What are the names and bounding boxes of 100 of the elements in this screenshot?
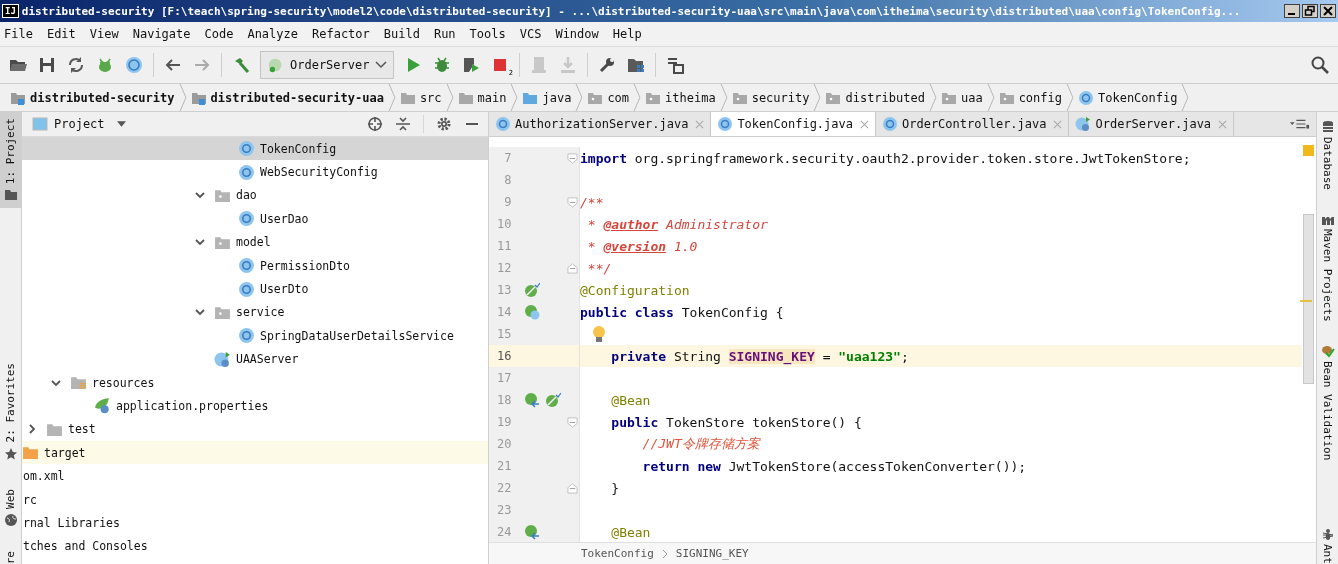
settings-icon[interactable] [436,116,452,132]
menu-item[interactable]: View [85,25,125,43]
menu-item[interactable]: Navigate [128,25,197,43]
star-icon [3,446,18,461]
editor-tab[interactable]: TokenConfig.java [711,112,876,136]
tree-row[interactable]: PermissionDto [22,253,488,278]
bean-class-icon[interactable] [524,304,541,320]
menu-item[interactable]: Build [379,25,426,43]
tree-row[interactable]: application.properties [22,394,488,418]
debug-icon[interactable] [432,55,452,75]
line-number: 9 [503,195,512,209]
tree-row[interactable]: UserDao [22,207,488,231]
tree-row[interactable]: TokenConfig [22,137,488,161]
chevron-icon [510,84,519,111]
close-icon[interactable] [1320,4,1336,18]
tool-window-tab[interactable]: re [0,544,21,564]
collapse-all-icon[interactable] [395,116,411,132]
run-configuration-dropdown[interactable]: OrderServer [260,51,394,79]
chevron-icon [387,84,396,111]
tree-row[interactable]: WebSecurityConfig [22,160,488,184]
line-number: 11 [496,239,512,253]
breadcrumb-item[interactable]: security [727,89,814,106]
project-view-dropdown[interactable]: Project [32,117,126,131]
minimize-icon[interactable] [1284,4,1300,18]
lightbulb-icon[interactable] [592,325,606,343]
tree-row[interactable]: UAAServer [22,347,488,371]
tool-window-tab[interactable]: 1: Project [0,112,21,209]
fold-open-icon[interactable] [567,152,579,164]
menu-item[interactable]: Analyze [243,25,304,43]
tab-list-icon[interactable] [1290,118,1310,130]
menu-item[interactable]: VCS [515,25,548,43]
tree-row[interactable]: target [22,441,488,465]
breadcrumb-item[interactable]: uaa [936,89,987,106]
search-icon[interactable] [1310,55,1330,75]
line-number: 19 [496,415,512,429]
fold-close-icon[interactable] [567,262,579,274]
tool-window-tab[interactable]: Web [0,482,21,533]
fold-open-icon[interactable] [567,416,579,428]
menu-item[interactable]: Window [551,25,605,43]
fold-open-icon[interactable] [567,196,579,208]
tool-window-tab[interactable]: Ant [1317,527,1338,564]
menu-item[interactable]: Help [608,25,648,43]
menu-item[interactable]: Code [200,25,240,43]
code-line: import org.springframework.security.oauth2.provider.token.store.JwtTokenStore; [580,149,1192,168]
bean-icon[interactable] [524,282,541,298]
tree-row[interactable]: rc [22,487,488,512]
breadcrumb-item[interactable]: java [518,89,576,106]
class-icon[interactable] [124,55,144,75]
tree-row[interactable]: tches and Consoles [22,534,488,559]
chevron-icon [178,84,187,111]
scrollbar-thumb[interactable] [1303,214,1314,384]
class-icon [238,140,255,158]
breadcrumb-item[interactable]: distributed [821,89,929,106]
fold-close-icon[interactable] [567,482,579,494]
tool-window-tab[interactable]: 2: Favorites [0,357,21,467]
menu-item[interactable]: Run [429,25,462,43]
breadcrumb-item[interactable]: itheima [641,89,720,106]
tree-row[interactable]: rnal Libraries [22,511,488,535]
breadcrumb-item[interactable]: SIGNING_KEY [675,547,749,560]
tree-row[interactable]: om.xml [22,464,488,488]
line-number: 7 [503,151,512,165]
breadcrumb-item[interactable]: TokenConfig [581,547,654,560]
restore-icon[interactable] [1302,4,1318,18]
tree-row[interactable]: dao [22,183,488,208]
tree-row[interactable]: model [22,230,488,254]
breadcrumb-item[interactable]: TokenConfig [1074,89,1182,106]
menu-item[interactable]: Refactor [308,25,376,43]
save-icon[interactable] [37,55,57,75]
bean-navigate-icon[interactable] [524,392,541,408]
tool-window-tab[interactable]: Bean Validation [1317,343,1338,461]
tree-row[interactable]: resources [22,370,488,395]
tool-window-tab[interactable]: Database [1317,120,1338,190]
menu-item[interactable]: File [0,25,39,43]
class-icon [495,116,511,132]
code-line: public class TokenConfig { [580,303,785,322]
chevron-icon [633,84,642,111]
breadcrumb-item[interactable]: distributed-security-uaa [186,89,388,106]
menu-item[interactable]: Tools [465,25,512,43]
locate-icon[interactable] [367,116,383,132]
breadcrumb-item[interactable]: src [395,89,446,106]
chevron-icon [1066,84,1074,111]
tree-row[interactable]: SpringDataUserDetailsService [22,324,488,348]
code-line: public TokenStore tokenStore() { [610,413,863,432]
bean-icon[interactable] [545,392,562,408]
tree-row[interactable]: UserDto [22,277,488,301]
coverage-icon[interactable] [461,55,481,75]
line-number: 23 [496,503,512,517]
line-marker[interactable] [1300,300,1312,302]
breadcrumb-item[interactable]: config [994,89,1066,106]
breadcrumb-item[interactable]: com [583,89,634,106]
bean-navigate-icon[interactable] [524,524,541,540]
warning-marker[interactable] [1303,145,1314,156]
sync-icon[interactable] [66,55,86,75]
menu-item[interactable]: Edit [42,25,82,43]
breadcrumb-item[interactable]: main [453,89,511,106]
wrench-icon[interactable] [597,55,617,75]
tool-window-tab[interactable]: Maven Projects [1317,212,1338,322]
tree-row[interactable]: test [22,417,488,442]
breadcrumb-item[interactable]: distributed-security [6,89,179,106]
tree-row[interactable]: service [22,300,488,325]
